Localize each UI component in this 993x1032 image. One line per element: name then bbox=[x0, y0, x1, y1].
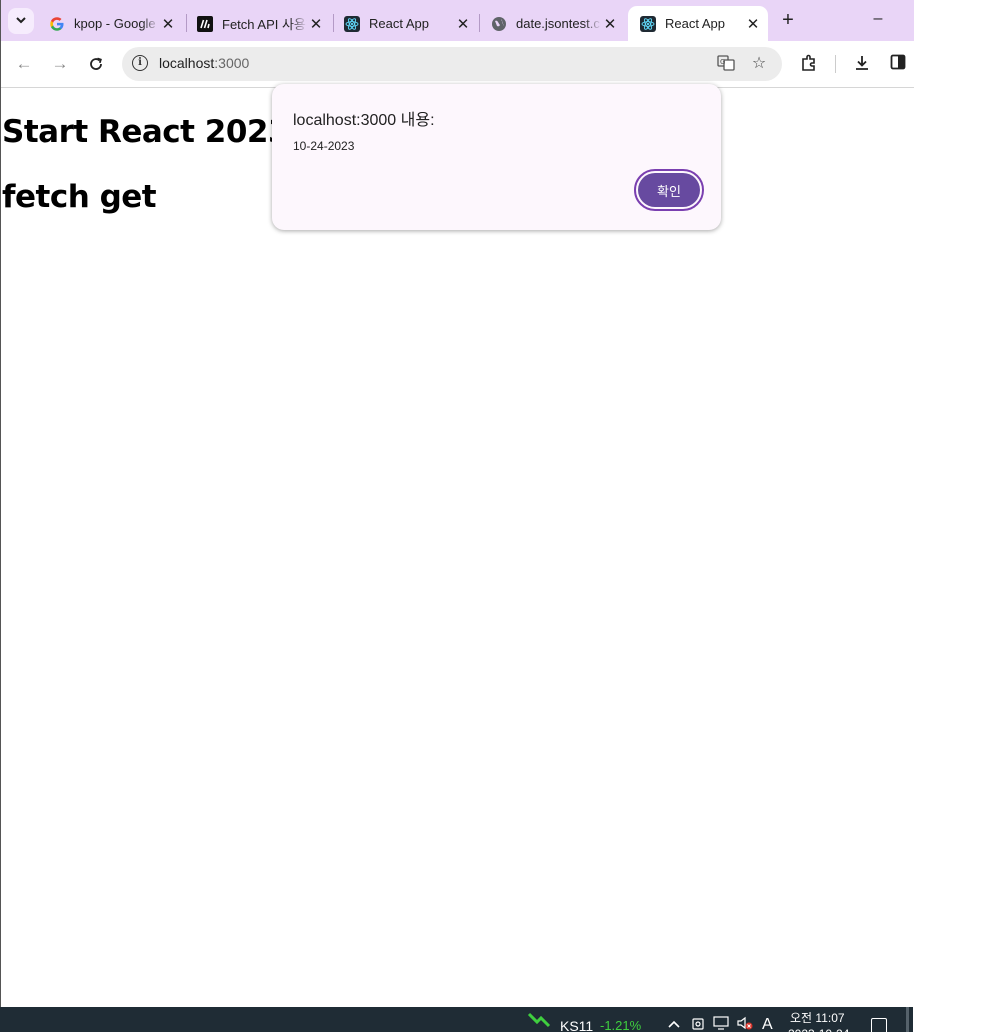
tab-date-jsontest[interactable]: date.jsontest.com ✕ bbox=[479, 6, 625, 41]
back-icon[interactable]: ← bbox=[12, 52, 36, 76]
tab-title: React App bbox=[665, 16, 725, 31]
ime-indicator[interactable]: A bbox=[762, 1016, 773, 1032]
stock-trend-icon[interactable] bbox=[527, 1010, 551, 1032]
tray-overflow-icon[interactable] bbox=[667, 1016, 681, 1032]
volume-muted-icon[interactable] bbox=[737, 1016, 753, 1032]
clock-time[interactable]: 오전 11:07 bbox=[790, 1009, 845, 1026]
page-heading-fetch-get: fetch get bbox=[2, 179, 157, 215]
mdn-icon bbox=[197, 15, 213, 32]
stock-name[interactable]: KS11 bbox=[560, 1018, 593, 1032]
stock-change[interactable]: -1.21% bbox=[600, 1018, 641, 1032]
tab-title: kpop - Google bbox=[74, 16, 156, 31]
extensions-icon[interactable] bbox=[799, 54, 819, 74]
dialog-ok-button[interactable]: 확인 bbox=[634, 169, 704, 211]
tab-title: React App bbox=[369, 16, 429, 31]
tab-kpop-google[interactable]: kpop - Google ✕ bbox=[37, 6, 183, 41]
forward-icon[interactable]: → bbox=[48, 52, 72, 76]
close-icon[interactable]: ✕ bbox=[159, 15, 177, 33]
chevron-down-icon bbox=[15, 14, 27, 29]
minimize-button[interactable]: – bbox=[869, 10, 887, 32]
address-bar[interactable]: i localhost:3000 G ☆ bbox=[122, 47, 782, 81]
dialog-message: 10-24-2023 bbox=[293, 139, 355, 153]
windows-taskbar: KS11 -1.21% A 오전 11:07 2023-10-24 bbox=[0, 1007, 913, 1032]
clock-date[interactable]: 2023-10-24 bbox=[788, 1027, 849, 1032]
site-info-icon[interactable]: i bbox=[132, 55, 148, 71]
reload-icon[interactable] bbox=[84, 52, 108, 76]
dialog-title: localhost:3000 내용: bbox=[293, 112, 435, 129]
bookmark-star-icon[interactable]: ☆ bbox=[749, 54, 769, 74]
close-icon[interactable]: ✕ bbox=[307, 15, 325, 33]
camera-icon[interactable] bbox=[692, 1016, 704, 1032]
tab-search-button[interactable] bbox=[8, 8, 34, 34]
url-path: :3000 bbox=[214, 55, 250, 71]
alert-dialog: localhost:3000 내용: 10-24-2023 확인 bbox=[272, 84, 721, 230]
react-icon bbox=[640, 15, 656, 32]
new-tab-button[interactable]: + bbox=[777, 10, 799, 32]
browser-toolbar: ← → i localhost:3000 G ☆ bbox=[1, 41, 914, 88]
tab-react-app-active[interactable]: React App ✕ bbox=[628, 6, 768, 41]
tab-fetch-api[interactable]: Fetch API 사용하기 ✕ bbox=[185, 6, 331, 41]
network-icon[interactable] bbox=[713, 1016, 729, 1032]
close-icon[interactable]: ✕ bbox=[601, 15, 619, 33]
tab-react-app-1[interactable]: React App ✕ bbox=[332, 6, 478, 41]
svg-text:G: G bbox=[720, 58, 725, 66]
close-icon[interactable]: ✕ bbox=[454, 15, 472, 33]
toolbar-divider bbox=[835, 55, 836, 73]
google-icon bbox=[49, 16, 65, 32]
browser-window: kpop - Google ✕ Fetch API 사용하기 ✕ React A… bbox=[0, 0, 914, 1007]
page-heading-start-react: Start React 2023! bbox=[2, 114, 303, 150]
close-icon[interactable]: ✕ bbox=[744, 15, 762, 33]
side-panel-icon[interactable] bbox=[888, 54, 908, 74]
tab-strip: kpop - Google ✕ Fetch API 사용하기 ✕ React A… bbox=[1, 0, 914, 41]
download-icon[interactable] bbox=[852, 54, 872, 74]
translate-icon[interactable]: G bbox=[716, 54, 736, 74]
react-icon bbox=[344, 15, 360, 32]
globe-icon bbox=[491, 16, 507, 32]
show-desktop-button[interactable] bbox=[906, 1007, 909, 1032]
notification-icon[interactable] bbox=[871, 1018, 887, 1032]
tab-title: Fetch API 사용하기 bbox=[222, 17, 307, 32]
dialog-ok-label: 확인 bbox=[638, 173, 700, 207]
tab-title: date.jsontest.com bbox=[516, 16, 601, 31]
url-text[interactable]: localhost:3000 bbox=[159, 55, 249, 71]
url-host: localhost bbox=[159, 55, 215, 71]
